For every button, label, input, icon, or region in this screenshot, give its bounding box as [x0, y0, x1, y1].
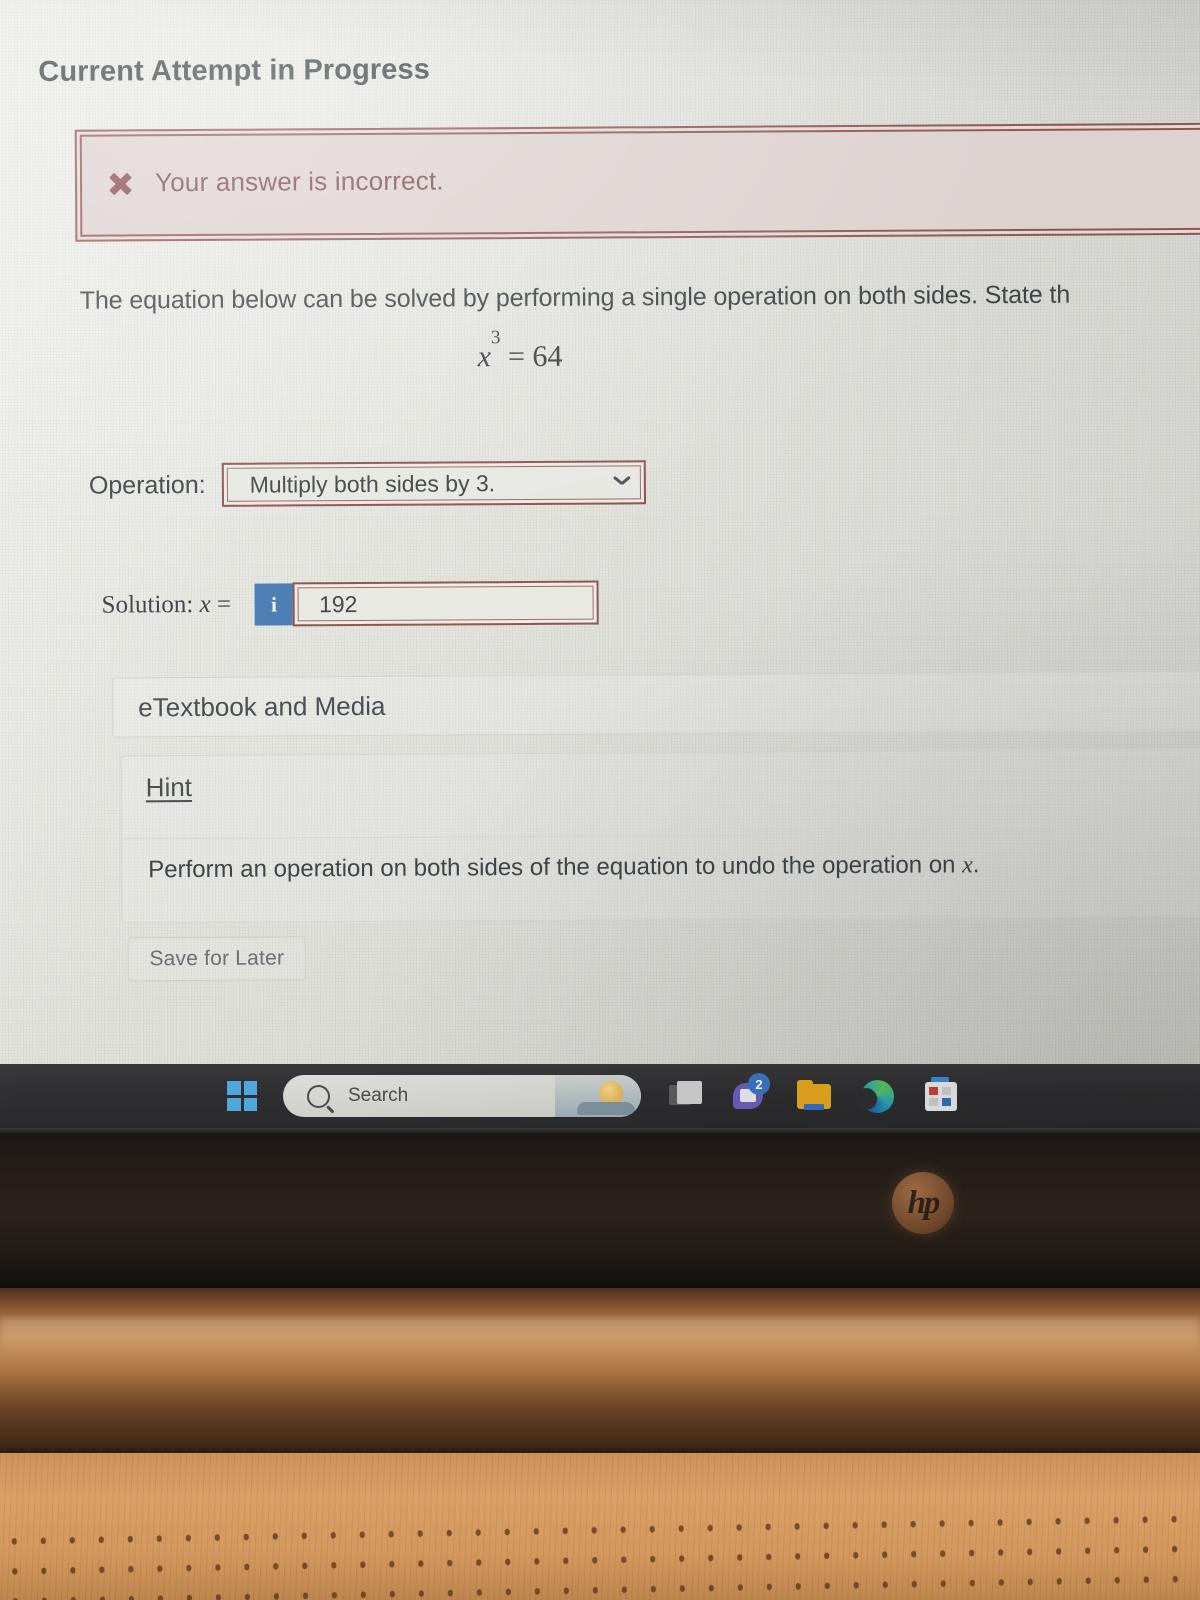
hint-body-after: . [972, 851, 980, 879]
solution-label-prefix: Solution: [101, 591, 194, 619]
equation-display: x3 = 64 [0, 327, 1040, 377]
operation-label: Operation: [88, 470, 206, 500]
search-input[interactable]: Search [283, 1075, 641, 1117]
office-app-icon[interactable] [923, 1077, 961, 1115]
chat-badge-count: 2 [748, 1073, 770, 1095]
solution-row: Solution: x = i 192 [101, 580, 600, 628]
hp-logo-text: hp [907, 1184, 941, 1221]
operation-selected-value: Multiply both sides by 3. [249, 469, 496, 498]
info-icon[interactable]: i [254, 583, 294, 626]
laptop-bezel: hp [0, 1128, 1200, 1288]
solution-label-equals: = [216, 590, 232, 618]
file-explorer-icon[interactable] [795, 1077, 833, 1115]
hint-body-text: Perform an operation on both sides of th… [148, 851, 979, 884]
hint-body-variable: x [962, 852, 973, 879]
hint-panel: Hint Perform an operation on both sides … [120, 748, 1200, 924]
windows-logo-icon[interactable] [227, 1081, 257, 1111]
chat-icon[interactable]: 2 [731, 1073, 770, 1115]
perforated-desk-surface [0, 1453, 1200, 1600]
equation-exponent: 3 [490, 327, 501, 349]
equation-value: 64 [532, 339, 563, 373]
chevron-down-icon[interactable] [614, 475, 630, 484]
weather-widget-icon[interactable] [555, 1075, 641, 1117]
save-for-later-button[interactable]: Save for Later [127, 936, 306, 982]
taskbar-items: Search 2 [227, 1073, 961, 1117]
hint-divider [122, 831, 1200, 840]
question-prompt: The equation below can be solved by perf… [79, 280, 1071, 315]
hint-body-before: Perform an operation on both sides of th… [148, 851, 963, 884]
incorrect-answer-alert: Your answer is incorrect. [74, 122, 1200, 242]
desk-edge [0, 1288, 1200, 1453]
page-title: Current Attempt in Progress [38, 53, 431, 88]
x-mark-icon [107, 170, 133, 196]
solution-label-variable: x [199, 590, 211, 618]
solution-input[interactable]: 192 [292, 580, 600, 627]
alert-message: Your answer is incorrect. [154, 165, 444, 198]
screenshot-root: Current Attempt in Progress Your answer … [0, 0, 1200, 1600]
solution-label: Solution: x = [102, 591, 232, 620]
operation-select[interactable]: Multiply both sides by 3. [221, 460, 646, 507]
microsoft-edge-icon[interactable] [855, 1077, 897, 1115]
equation-base: x [477, 340, 492, 374]
etextbook-and-media-label: eTextbook and Media [138, 690, 386, 722]
hp-logo: hp [892, 1172, 954, 1234]
assignment-page: Current Attempt in Progress Your answer … [0, 0, 1200, 1128]
alert-content: Your answer is incorrect. [107, 165, 444, 198]
task-view-icon[interactable] [667, 1077, 705, 1115]
operation-row: Operation: Multiply both sides by 3. [89, 460, 646, 507]
windows-taskbar: Search 2 [0, 1064, 1200, 1128]
laptop-screen: Current Attempt in Progress Your answer … [0, 0, 1200, 1128]
equation-relation: = [507, 339, 526, 374]
search-placeholder: Search [348, 1085, 409, 1106]
etextbook-and-media-panel[interactable]: eTextbook and Media [112, 670, 1200, 738]
solution-input-value: 192 [318, 590, 358, 617]
hint-toggle-link[interactable]: Hint [146, 772, 192, 803]
search-icon [307, 1084, 330, 1108]
cloud-icon [577, 1102, 635, 1115]
